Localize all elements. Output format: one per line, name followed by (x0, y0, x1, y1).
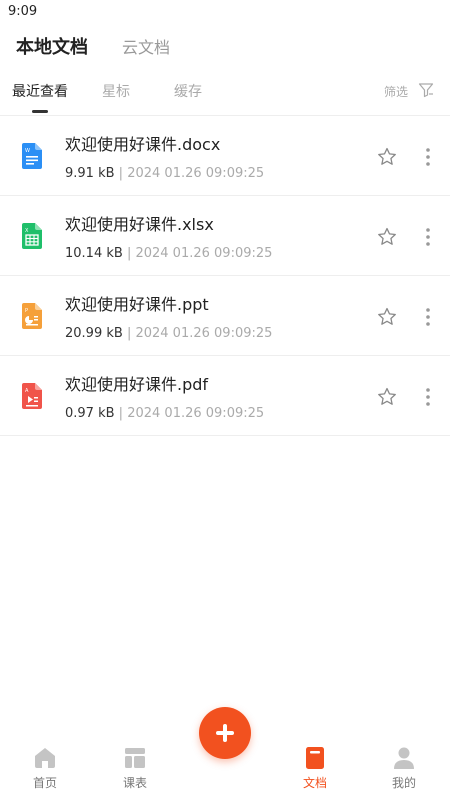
star-icon[interactable] (376, 306, 398, 328)
tab-local-documents[interactable]: 本地文档 (16, 33, 88, 59)
profile-icon (394, 747, 414, 769)
document-icon (306, 747, 324, 769)
home-icon (35, 748, 55, 768)
pdf-file-icon: A (22, 383, 42, 409)
more-options-icon[interactable] (418, 306, 438, 328)
nav-home-label: 首页 (32, 776, 57, 790)
more-options-icon[interactable] (418, 386, 438, 408)
document-name: 欢迎使用好课件.xlsx (65, 215, 214, 234)
svg-text:A: A (25, 388, 29, 394)
ppt-file-icon: P (22, 303, 42, 329)
star-icon[interactable] (376, 386, 398, 408)
document-item-xlsx[interactable]: X 欢迎使用好课件.xlsx 10.14 kB | 2024 01.26 09:… (0, 196, 450, 276)
nav-schedule-label: 课表 (122, 776, 147, 790)
meta-separator: | (126, 326, 132, 341)
status-bar: 9:09 (0, 0, 450, 24)
svg-text:P: P (25, 308, 28, 314)
excel-file-icon: X (22, 223, 42, 249)
document-meta: 20.99 kB | 2024 01.26 09:09:25 (65, 326, 272, 341)
nav-documents[interactable]: 文档 (285, 746, 345, 791)
active-tab-indicator (32, 110, 48, 113)
document-size: 10.14 kB (65, 246, 123, 261)
nav-profile[interactable]: 我的 (374, 746, 434, 791)
star-icon[interactable] (376, 226, 398, 248)
document-date: 2024 01.26 09:09:25 (135, 246, 273, 261)
document-item-ppt[interactable]: P 欢迎使用好课件.ppt 20.99 kB | 2024 01.26 09:0… (0, 276, 450, 356)
subtab-starred[interactable]: 星标 (102, 81, 130, 101)
document-size: 9.91 kB (65, 166, 115, 181)
svg-text:W: W (25, 148, 30, 154)
nav-profile-label: 我的 (391, 776, 416, 790)
svg-text:X: X (25, 228, 29, 234)
nav-documents-label: 文档 (302, 776, 327, 790)
document-name: 欢迎使用好课件.docx (65, 135, 221, 154)
document-meta: 9.91 kB | 2024 01.26 09:09:25 (65, 166, 264, 181)
meta-separator: | (118, 166, 124, 181)
schedule-icon (125, 748, 145, 768)
tab-cloud-documents[interactable]: 云文档 (122, 34, 170, 58)
document-size: 0.97 kB (65, 406, 115, 421)
filter-icon[interactable] (418, 82, 434, 98)
filter-label[interactable]: 筛选 (384, 83, 408, 100)
document-item-pdf[interactable]: A 欢迎使用好课件.pdf 0.97 kB | 2024 01.26 09:09… (0, 356, 450, 436)
more-options-icon[interactable] (418, 226, 438, 248)
document-date: 2024 01.26 09:09:25 (135, 326, 273, 341)
document-item-docx[interactable]: W 欢迎使用好课件.docx 9.91 kB | 2024 01.26 09:0… (0, 116, 450, 196)
top-tabs: 本地文档 云文档 (0, 30, 450, 62)
sub-tabs: 最近查看 星标 缓存 筛选 (0, 76, 450, 116)
word-file-icon: W (22, 143, 42, 169)
more-options-icon[interactable] (418, 146, 438, 168)
bottom-navigation: 首页 课表 文档 我的 (0, 740, 450, 800)
nav-home[interactable]: 首页 (15, 746, 75, 791)
star-icon[interactable] (376, 146, 398, 168)
meta-separator: | (118, 406, 124, 421)
document-name: 欢迎使用好课件.ppt (65, 295, 209, 314)
document-size: 20.99 kB (65, 326, 123, 341)
meta-separator: | (126, 246, 132, 261)
subtab-recent[interactable]: 最近查看 (12, 81, 68, 101)
nav-schedule[interactable]: 课表 (105, 746, 165, 791)
status-time: 9:09 (8, 4, 38, 19)
subtab-cache[interactable]: 缓存 (174, 81, 202, 101)
document-name: 欢迎使用好课件.pdf (65, 375, 209, 394)
document-date: 2024 01.26 09:09:25 (127, 406, 265, 421)
document-meta: 0.97 kB | 2024 01.26 09:09:25 (65, 406, 264, 421)
document-date: 2024 01.26 09:09:25 (127, 166, 265, 181)
document-list: W 欢迎使用好课件.docx 9.91 kB | 2024 01.26 09:0… (0, 116, 450, 436)
document-meta: 10.14 kB | 2024 01.26 09:09:25 (65, 246, 272, 261)
